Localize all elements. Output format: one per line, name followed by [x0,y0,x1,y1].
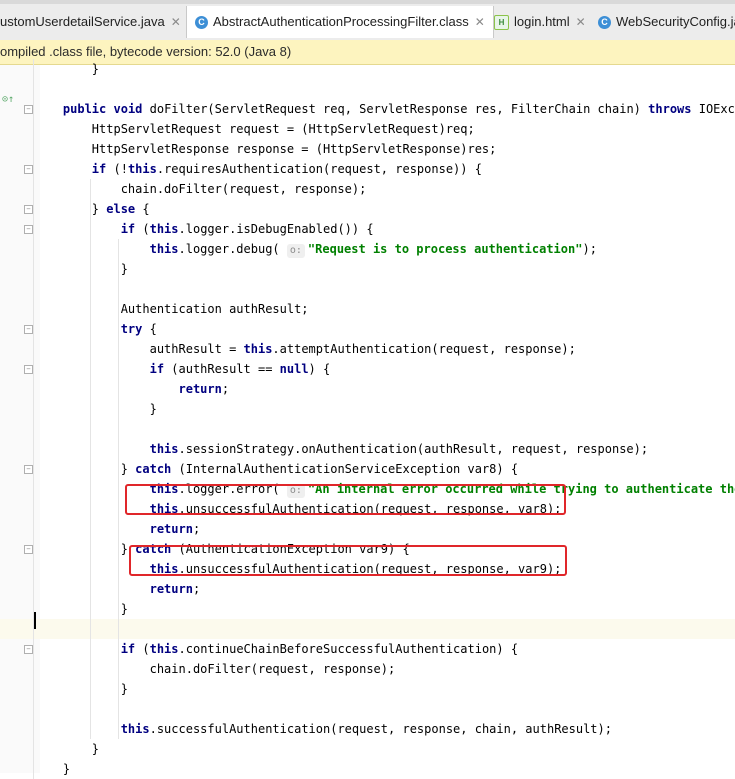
tab-label: AbstractAuthenticationProcessingFilter.c… [213,14,469,29]
fold-marker-icon[interactable]: − [24,365,33,374]
code-line-text: } [34,62,100,76]
tab-bar-top-strip [0,0,735,4]
code-line-text: try { [120,322,157,336]
code-line-text: } [34,682,128,696]
code-line[interactable] [0,419,735,439]
decompiled-notice-text: ompiled .class file, bytecode version: 5… [0,44,292,59]
code-line[interactable]: HttpServletResponse response = (HttpServ… [0,139,735,159]
code-line-text: if (this.continueChainBeforeSuccessfulAu… [120,642,519,656]
code-line-text: } [34,742,100,756]
code-line[interactable]: } [0,679,735,699]
fold-marker-icon[interactable]: − [24,545,33,554]
code-line[interactable]: this.sessionStrategy.onAuthentication(au… [0,439,735,459]
tab-web-security-config[interactable]: C WebSecurityConfig.ja [598,6,735,38]
close-tab-icon[interactable]: ✕ [171,15,181,29]
code-line[interactable] [0,79,735,99]
close-tab-icon[interactable]: ✕ [576,15,586,29]
text-caret [34,612,36,629]
code-line-text: chain.doFilter(request, response); [34,662,396,676]
code-line[interactable] [0,699,735,719]
code-line-text: chain.doFilter(request, response); [34,182,367,196]
code-line-text: HttpServletResponse response = (HttpServ… [34,142,497,156]
code-line[interactable]: try { [0,319,735,339]
code-line-text: this.successfulAuthentication(request, r… [120,722,612,736]
code-line[interactable]: return; [0,519,735,539]
tab-login-html[interactable]: Hlogin.html ✕ [494,6,586,38]
code-line[interactable]: this.successfulAuthentication(request, r… [0,719,735,739]
tab-label: login.html [514,14,570,29]
code-line-text: this.sessionStrategy.onAuthentication(au… [149,442,649,456]
code-line[interactable]: return; [0,379,735,399]
fold-marker-icon[interactable]: − [24,225,33,234]
html-file-icon: H [494,15,509,31]
code-line-text: authResult = this.attemptAuthentication(… [34,342,576,356]
fold-marker-icon[interactable]: − [24,645,33,654]
fold-marker-icon[interactable]: − [24,205,33,214]
tab-custom-userdetail-service[interactable]: ustomUserdetailService.java ✕ [0,6,181,38]
code-line[interactable]: return; [0,579,735,599]
code-line-text: if (authResult == null) { [149,362,331,376]
code-line[interactable]: } [0,739,735,759]
code-line-text: if (!this.requiresAuthentication(request… [91,162,482,176]
code-line-text: } catch (InternalAuthenticationServiceEx… [34,462,519,476]
code-line-text: } [34,402,157,416]
code-line[interactable]: public void doFilter(ServletRequest req,… [0,99,735,119]
code-line[interactable]: authResult = this.attemptAuthentication(… [0,339,735,359]
fold-marker-icon[interactable]: − [24,465,33,474]
indent-guide [33,59,34,779]
code-line-text: } else { [34,202,150,216]
code-line-text: Authentication authResult; [34,302,309,316]
class-icon: C [598,16,611,30]
code-line-text: return; [178,382,230,396]
code-line-text: } [34,262,128,276]
indent-guide [90,179,91,739]
indent-guide [118,239,119,739]
code-line[interactable]: chain.doFilter(request, response); [0,179,735,199]
fold-marker-icon[interactable]: − [24,105,33,114]
code-line[interactable]: } else { [0,199,735,219]
code-line[interactable]: HttpServletRequest request = (HttpServle… [0,119,735,139]
code-line[interactable]: } [0,599,735,619]
code-line[interactable]: if (authResult == null) { [0,359,735,379]
code-line-text: public void doFilter(ServletRequest req,… [62,102,735,116]
code-editor[interactable]: ⊙↑ } public void doFilter(ServletRequest… [0,59,735,779]
highlight-box-var8 [125,484,566,515]
code-line[interactable]: } [0,759,735,779]
fold-marker-icon[interactable]: − [24,325,33,334]
code-line[interactable] [0,279,735,299]
code-line[interactable]: } catch (InternalAuthenticationServiceEx… [0,459,735,479]
highlight-box-var9 [129,545,567,576]
class-icon: C [195,16,208,30]
tab-label: ustomUserdetailService.java [0,14,165,29]
code-line[interactable]: if (this.logger.isDebugEnabled()) { [0,219,735,239]
code-line[interactable] [0,619,735,639]
code-line[interactable]: this.logger.debug( o: "Request is to proc… [0,239,735,259]
code-line[interactable]: if (this.continueChainBeforeSuccessfulAu… [0,639,735,659]
editor-tab-bar: ustomUserdetailService.java ✕ C AbstractAu… [0,0,735,41]
code-line-text: } [34,762,71,776]
code-line[interactable]: } [0,259,735,279]
code-line[interactable]: Authentication authResult; [0,299,735,319]
code-line-text: if (this.logger.isDebugEnabled()) { [120,222,374,236]
code-line[interactable]: chain.doFilter(request, response); [0,659,735,679]
code-line[interactable]: } [0,59,735,79]
code-line-text: HttpServletRequest request = (HttpServle… [34,122,475,136]
code-line[interactable]: } [0,399,735,419]
fold-marker-icon[interactable]: − [24,165,33,174]
code-line-text: } [34,602,128,616]
close-tab-icon[interactable]: ✕ [475,15,485,29]
code-line[interactable]: if (!this.requiresAuthentication(request… [0,159,735,179]
tab-label: WebSecurityConfig.ja [616,14,735,29]
tab-abstract-authentication-processing-filter[interactable]: C AbstractAuthenticationProcessingFilter.… [186,6,494,38]
